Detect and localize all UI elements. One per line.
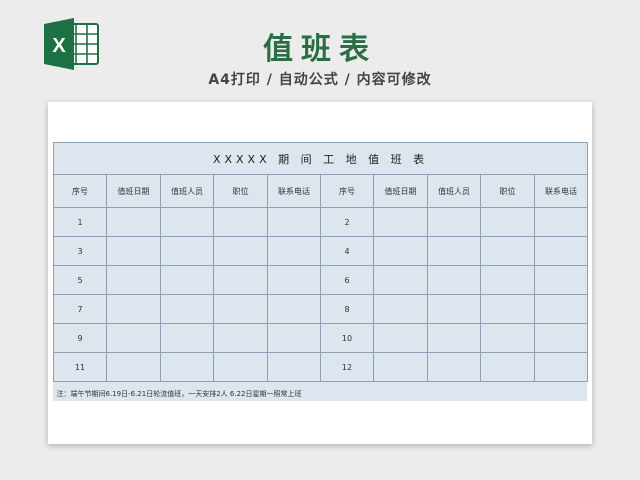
table-cell[interactable] (267, 352, 321, 382)
spreadsheet-area: XXXXX 期 间 工 地 值 班 表 序号 值班日期 值班人员 职位 联系电话… (52, 142, 589, 406)
table-cell[interactable] (427, 265, 481, 295)
page-subtitle: A4打印 / 自动公式 / 内容可修改 (208, 72, 432, 88)
table-cell[interactable] (213, 294, 268, 324)
table-cell[interactable] (480, 207, 535, 237)
sheet-preview-card: XXXXX 期 间 工 地 值 班 表 序号 值班日期 值班人员 职位 联系电话… (48, 102, 592, 444)
row-number: 11 (53, 352, 107, 382)
col-header-seq: 序号 (53, 174, 107, 208)
table-cell[interactable] (480, 265, 535, 295)
table-row: 11 12 (53, 352, 589, 382)
col-header-phone: 联系电话 (267, 174, 321, 208)
row-number: 7 (53, 294, 107, 324)
table-cell[interactable] (373, 294, 428, 324)
column-header-row: 序号 值班日期 值班人员 职位 联系电话 序号 值班日期 值班人员 职位 联系电… (53, 174, 589, 208)
table-cell[interactable] (480, 236, 535, 266)
row-number: 5 (53, 265, 107, 295)
table-note: 注：端午节期间6.19日-6.21日轮流值班，一天安排2人 6.22日星期一照常… (53, 381, 588, 406)
table-cell[interactable] (160, 352, 214, 382)
table-cell[interactable] (213, 323, 268, 353)
col-header-position: 职位 (213, 174, 268, 208)
table-cell[interactable] (213, 265, 268, 295)
table-cell[interactable] (106, 265, 161, 295)
col-header-phone-2: 联系电话 (533, 174, 589, 208)
table-cell[interactable] (427, 294, 481, 324)
table-cell[interactable] (480, 352, 535, 382)
table-cell[interactable] (427, 236, 481, 266)
table-cell[interactable] (160, 323, 214, 353)
table-row: 5 6 (53, 265, 589, 295)
table-row: 7 8 (53, 294, 589, 324)
page-title: 值班表 (263, 32, 377, 67)
table-title: XXXXX 期 间 工 地 值 班 表 (52, 142, 589, 175)
table-cell[interactable] (533, 207, 589, 237)
table-cell[interactable] (427, 323, 481, 353)
table-cell[interactable] (373, 236, 428, 266)
table-cell[interactable] (213, 352, 268, 382)
duty-table: XXXXX 期 间 工 地 值 班 表 序号 值班日期 值班人员 职位 联系电话… (52, 142, 589, 406)
row-number: 1 (53, 207, 107, 237)
table-cell[interactable] (373, 207, 428, 237)
table-cell[interactable] (213, 207, 268, 237)
row-number: 12 (320, 352, 374, 382)
table-row: 1 2 (53, 207, 589, 237)
table-cell[interactable] (373, 323, 428, 353)
table-cell[interactable] (373, 265, 428, 295)
row-number: 9 (53, 323, 107, 353)
table-cell[interactable] (373, 352, 428, 382)
table-cell[interactable] (267, 236, 321, 266)
col-header-date-2: 值班日期 (373, 174, 428, 208)
table-row: 3 4 (53, 236, 589, 266)
table-cell[interactable] (533, 352, 589, 382)
table-cell[interactable] (213, 236, 268, 266)
col-header-position-2: 职位 (480, 174, 535, 208)
col-header-person: 值班人员 (160, 174, 214, 208)
table-cell[interactable] (160, 236, 214, 266)
row-number: 3 (53, 236, 107, 266)
table-cell[interactable] (106, 323, 161, 353)
table-cell[interactable] (106, 236, 161, 266)
table-cell[interactable] (267, 265, 321, 295)
row-number: 10 (320, 323, 374, 353)
table-cell[interactable] (160, 207, 214, 237)
col-header-date: 值班日期 (106, 174, 161, 208)
table-cell[interactable] (533, 294, 589, 324)
row-number: 4 (320, 236, 374, 266)
table-cell[interactable] (160, 265, 214, 295)
row-number: 2 (320, 207, 374, 237)
table-cell[interactable] (533, 236, 589, 266)
table-cell[interactable] (480, 323, 535, 353)
table-cell[interactable] (480, 294, 535, 324)
table-cell[interactable] (267, 294, 321, 324)
table-cell[interactable] (106, 294, 161, 324)
table-cell[interactable] (160, 294, 214, 324)
col-header-person-2: 值班人员 (427, 174, 481, 208)
table-cell[interactable] (106, 207, 161, 237)
table-row: 9 10 (53, 323, 589, 353)
table-cell[interactable] (106, 352, 161, 382)
col-header-seq-2: 序号 (320, 174, 374, 208)
table-cell[interactable] (427, 207, 481, 237)
table-cell[interactable] (533, 265, 589, 295)
table-cell[interactable] (267, 323, 321, 353)
table-cell[interactable] (427, 352, 481, 382)
table-cell[interactable] (533, 323, 589, 353)
table-cell[interactable] (267, 207, 321, 237)
row-number: 6 (320, 265, 374, 295)
row-number: 8 (320, 294, 374, 324)
